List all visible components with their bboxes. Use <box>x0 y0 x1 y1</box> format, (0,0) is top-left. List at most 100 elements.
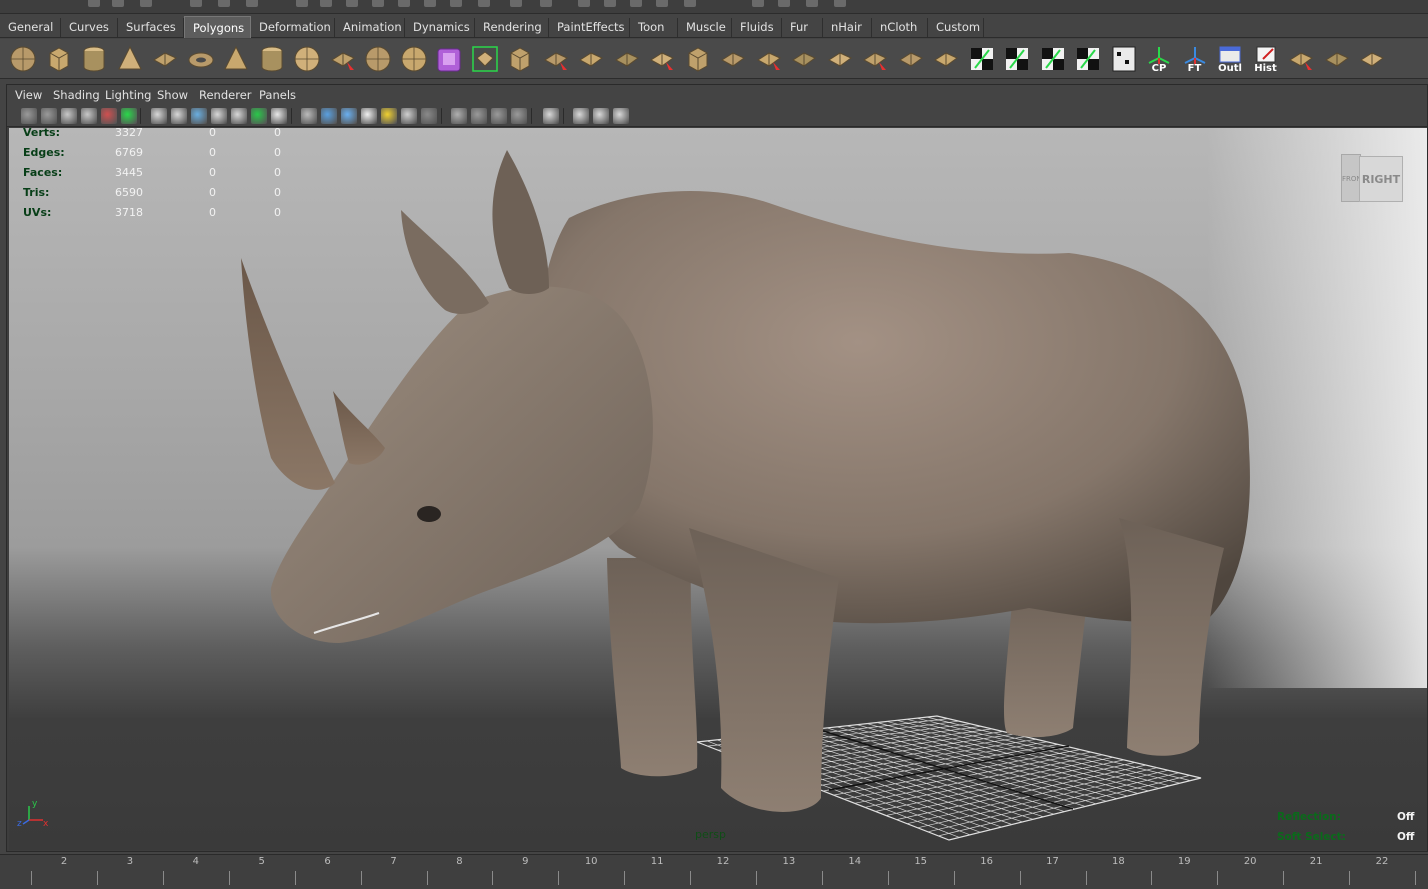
shelf-tab-toon[interactable]: Toon <box>630 18 678 37</box>
image-plane-icon[interactable] <box>81 108 97 124</box>
status-line-button[interactable] <box>604 0 616 7</box>
uv-cylindrical-icon[interactable] <box>1002 44 1032 74</box>
grease-pencil-icon[interactable] <box>101 108 117 124</box>
center-pivot-icon[interactable]: CP <box>1144 44 1174 74</box>
select-poly-icon[interactable] <box>470 44 500 74</box>
separate-icon[interactable] <box>399 44 429 74</box>
shelf-tab-nhair[interactable]: nHair <box>823 18 872 37</box>
status-line-button[interactable] <box>510 0 522 7</box>
extract-icon[interactable] <box>328 44 358 74</box>
extrude-icon[interactable] <box>541 44 571 74</box>
smooth-proxy-icon[interactable] <box>434 44 464 74</box>
status-line-button[interactable] <box>424 0 436 7</box>
status-line-button[interactable] <box>656 0 668 7</box>
use-default-light-icon[interactable] <box>381 108 397 124</box>
view-cube-right-face[interactable]: RIGHT <box>1359 156 1403 202</box>
panel-menu-panels[interactable]: Panels <box>259 88 296 102</box>
split-edge-icon[interactable] <box>505 44 535 74</box>
status-line-button[interactable] <box>190 0 202 7</box>
offset-edge-icon[interactable] <box>789 44 819 74</box>
poly-pipe-icon[interactable] <box>257 44 287 74</box>
camera-icon[interactable] <box>21 108 37 124</box>
wedge-icon[interactable] <box>825 44 855 74</box>
shelf-tab-deformation[interactable]: Deformation <box>251 18 335 37</box>
xray-joints-icon[interactable] <box>593 108 609 124</box>
panel-menu-show[interactable]: Show <box>157 88 188 102</box>
selection-constraint-icon[interactable] <box>1322 44 1352 74</box>
status-line-button[interactable] <box>752 0 764 7</box>
uv-planar-icon[interactable] <box>967 44 997 74</box>
select-camera-icon[interactable] <box>543 108 559 124</box>
shadows-icon[interactable] <box>421 108 437 124</box>
time-slider[interactable]: 2 3 4 5 6 7 8 9 10 11 12 13 14 15 16 17 18 19 20 21 22 <box>0 854 1428 889</box>
status-line-button[interactable] <box>478 0 490 7</box>
status-line-button[interactable] <box>806 0 818 7</box>
status-line-button[interactable] <box>218 0 230 7</box>
safe-action-icon[interactable] <box>251 108 267 124</box>
shelf-tab-custom[interactable]: Custom <box>928 18 984 37</box>
view-cube-front-face[interactable]: FRONT <box>1341 154 1366 202</box>
status-line-button[interactable] <box>540 0 552 7</box>
status-line-button[interactable] <box>630 0 642 7</box>
perspective-viewport[interactable]: Verts: 3327 0 0 Edges: 6769 0 0 Faces: 3445 0 0 Tris… <box>9 128 1427 850</box>
xray-components-icon[interactable] <box>613 108 629 124</box>
panel-menu-renderer[interactable]: Renderer <box>199 88 252 102</box>
combine-icon[interactable] <box>363 44 393 74</box>
shelf-tab-surfaces[interactable]: Surfaces <box>118 18 184 37</box>
anti-alias-icon[interactable] <box>511 108 527 124</box>
wireframe-icon[interactable] <box>301 108 317 124</box>
poly-cone-icon[interactable] <box>115 44 145 74</box>
fill-hole-icon[interactable] <box>647 44 677 74</box>
status-line-button[interactable] <box>88 0 100 7</box>
freeze-transform-icon[interactable]: FT <box>1180 44 1210 74</box>
status-line-button[interactable] <box>450 0 462 7</box>
poly-cube-icon[interactable] <box>44 44 74 74</box>
chamfer-icon[interactable] <box>896 44 926 74</box>
gate-mask-icon[interactable] <box>211 108 227 124</box>
panel-menu-view[interactable]: View <box>15 88 42 102</box>
shelf-tab-general[interactable]: General <box>0 18 61 37</box>
shelf-tab-fluids[interactable]: Fluids <box>732 18 782 37</box>
shelf-tab-dynamics[interactable]: Dynamics <box>405 18 475 37</box>
ao-icon[interactable] <box>471 108 487 124</box>
status-line-button[interactable] <box>834 0 846 7</box>
wireframe-on-shaded-icon[interactable] <box>341 108 357 124</box>
poly-sphere-icon[interactable] <box>8 44 38 74</box>
shelf-tab-animation[interactable]: Animation <box>335 18 405 37</box>
insert-edge-loop-icon[interactable] <box>718 44 748 74</box>
history-icon[interactable]: Hist <box>1251 44 1281 74</box>
status-line-button[interactable] <box>372 0 384 7</box>
smooth-shade-icon[interactable] <box>321 108 337 124</box>
split-poly-icon[interactable] <box>754 44 784 74</box>
textured-icon[interactable] <box>361 108 377 124</box>
mirror-icon[interactable] <box>931 44 961 74</box>
status-line-button[interactable] <box>112 0 124 7</box>
append-icon[interactable] <box>612 44 642 74</box>
status-line-button[interactable] <box>140 0 152 7</box>
shelf-tab-muscle[interactable]: Muscle <box>678 18 732 37</box>
camera-attr-icon[interactable] <box>41 108 57 124</box>
status-line-button[interactable] <box>296 0 308 7</box>
motion-blur-icon[interactable] <box>491 108 507 124</box>
safe-title-icon[interactable] <box>271 108 287 124</box>
panel-menu-lighting[interactable]: Lighting <box>105 88 151 102</box>
poly-pyramid-icon[interactable] <box>221 44 251 74</box>
poly-helix-icon[interactable] <box>292 44 322 74</box>
status-line-button[interactable] <box>398 0 410 7</box>
bridge-icon[interactable] <box>576 44 606 74</box>
status-line-button[interactable] <box>578 0 590 7</box>
shelf-tab-curves[interactable]: Curves <box>61 18 118 37</box>
grid-icon[interactable] <box>151 108 167 124</box>
high-quality-icon[interactable] <box>451 108 467 124</box>
all-lights-icon[interactable] <box>401 108 417 124</box>
xray-icon[interactable] <box>573 108 589 124</box>
status-line-button[interactable] <box>346 0 358 7</box>
film-gate-icon[interactable] <box>171 108 187 124</box>
uv-editor-icon[interactable] <box>1109 44 1139 74</box>
shelf-tab-painteffects[interactable]: PaintEffects <box>549 18 630 37</box>
uv-spherical-icon[interactable] <box>1038 44 1068 74</box>
resolution-gate-icon[interactable] <box>191 108 207 124</box>
status-line-button[interactable] <box>320 0 332 7</box>
status-line-button[interactable] <box>778 0 790 7</box>
poke-icon[interactable] <box>860 44 890 74</box>
